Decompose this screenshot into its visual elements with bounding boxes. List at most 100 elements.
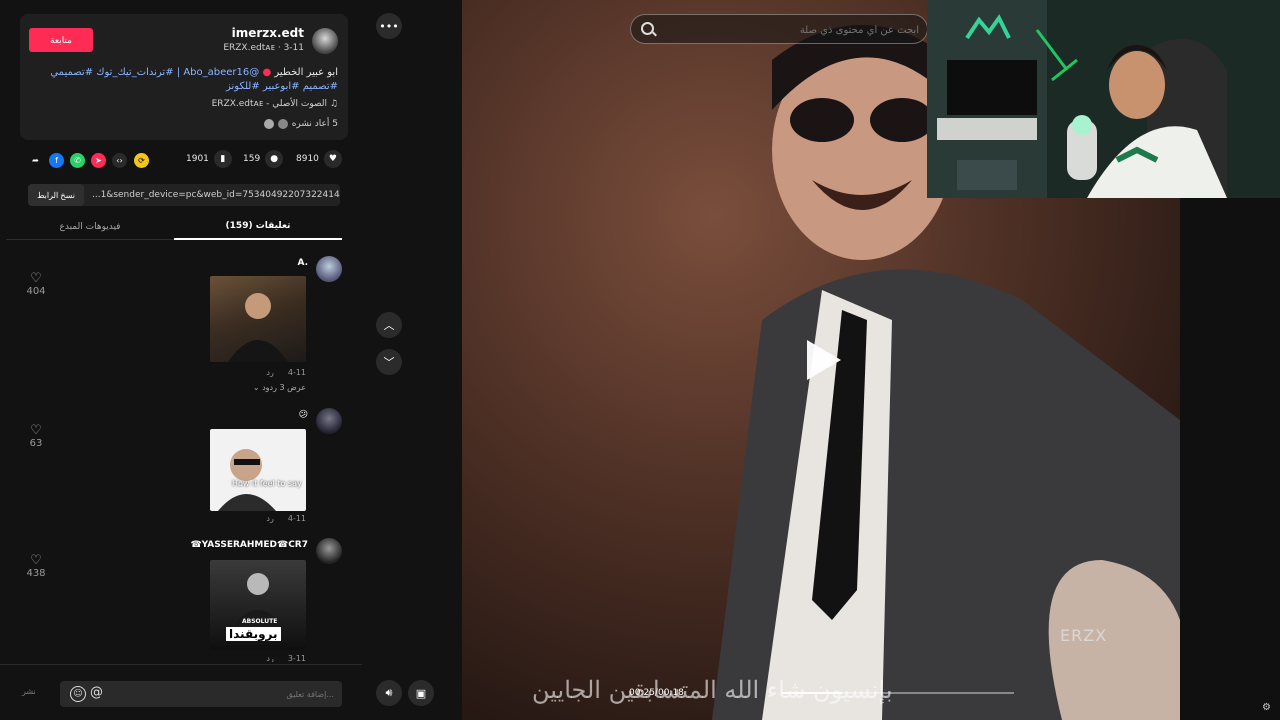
chevron-up-icon[interactable]: ︿ — [376, 312, 402, 338]
search-input[interactable] — [665, 19, 923, 41]
comment-bubble-icon[interactable]: ● — [265, 150, 284, 168]
tab-creator-videos[interactable]: فيديوهات المبدع — [6, 214, 174, 240]
creator-subtitle: ERZX.edtᴀᴇ · 3-11 — [223, 43, 304, 53]
webcam-overlay — [927, 0, 1280, 198]
emoji-icon[interactable]: ☺ — [70, 686, 86, 702]
save-action[interactable]: 1901 ▮ — [186, 150, 232, 168]
comment-sticker-image: How it feel to say — [210, 429, 306, 511]
comment-meta: 4-11 رد — [266, 368, 306, 377]
comment-item: A. ♡ 404 4-11 رد عرض 3 ردود ⌄ — [0, 256, 362, 396]
sticker-caption-top: ABSOLUTE — [242, 618, 278, 625]
view-replies-link[interactable]: عرض 3 ردود ⌄ — [253, 383, 306, 392]
repost-avatar — [277, 119, 288, 129]
video-watermark: ERZX — [1060, 626, 1108, 645]
person-figure — [228, 293, 288, 362]
reply-link[interactable]: رد — [266, 654, 273, 662]
avatar[interactable] — [316, 256, 342, 282]
settings-gear-icon[interactable]: ⚙ — [1262, 702, 1271, 713]
comment-meta: 4-11 رد — [266, 514, 306, 523]
music-row[interactable]: ♫ الصوت الأصلي - ERZX.edtᴀᴇ — [212, 99, 338, 109]
view-replies-label: عرض 3 ردود — [262, 383, 306, 392]
music-label: الصوت الأصلي - ERZX.edtᴀᴇ — [211, 99, 328, 109]
comment-like-count: 63 — [29, 438, 43, 449]
right-margin — [1180, 198, 1280, 720]
comment-author[interactable]: A. — [297, 258, 308, 268]
bookmark-icon[interactable]: ▮ — [213, 150, 232, 168]
comment-item: 😕 ♡ 63 How it feel to say 4-11 رد — [0, 408, 362, 528]
video-nav-column: ••• ︿ ﹀ 🔊︎ ▣ — [362, 0, 462, 720]
mention-icon[interactable]: @ — [90, 685, 103, 700]
heart-outline-icon: ♡ — [30, 423, 42, 438]
comment-author[interactable]: ☎YASSERAHMED☎CR7 — [190, 540, 308, 550]
more-options-icon[interactable]: ••• — [376, 13, 402, 39]
creator-avatar[interactable] — [312, 28, 338, 54]
miniplayer-icon[interactable]: ▣ — [408, 680, 434, 706]
search-icon[interactable] — [641, 22, 654, 35]
description-text: ابو عبير الخطير — [271, 67, 338, 78]
progress-fill — [782, 692, 843, 694]
reposts-row[interactable]: 5 أعاد نشره — [263, 119, 338, 129]
comment-like-count: 404 — [26, 286, 46, 297]
reply-link[interactable]: رد — [266, 514, 273, 523]
comment-like-count: 438 — [26, 568, 46, 579]
comment-like[interactable]: ♡ 438 — [24, 553, 48, 580]
heart-outline-icon: ♡ — [30, 553, 42, 568]
tab-comments[interactable]: تعليقات (159) — [174, 214, 342, 240]
telegram-icon[interactable]: ➤ — [91, 153, 106, 168]
comment-date: 4-11 — [287, 514, 306, 523]
comment-composer: نشر ☺ @ — [0, 664, 362, 720]
chevron-down-icon: ⌄ — [252, 383, 260, 392]
sticker-caption: How it feel to say — [232, 479, 302, 488]
comment-date: 3-11 — [287, 654, 306, 662]
comment-date: 4-11 — [287, 368, 306, 377]
progress-bar[interactable] — [782, 692, 1014, 694]
reply-link[interactable]: رد — [266, 368, 273, 377]
link-row: نسخ الرابط ...1&sender_device=pc&web_id=… — [28, 184, 340, 206]
person-figure — [218, 449, 276, 511]
search-bar[interactable] — [630, 14, 928, 44]
volume-icon[interactable]: 🔊︎ — [376, 680, 402, 706]
play-icon[interactable] — [807, 340, 841, 380]
post-comment-button[interactable]: نشر — [22, 687, 36, 696]
forward-icon[interactable]: ➦ — [28, 153, 43, 168]
sticker-caption-main: بروبقندا — [226, 627, 281, 641]
facebook-icon[interactable]: f — [49, 153, 64, 168]
comment-like[interactable]: ♡ 404 — [24, 271, 48, 298]
comment-count: 159 — [243, 154, 261, 164]
follow-button[interactable]: متابعة — [29, 28, 93, 52]
comment-action[interactable]: 159 ● — [243, 150, 284, 168]
playback-time: 00:25/00:18 — [629, 688, 684, 698]
copy-link-button[interactable]: نسخ الرابط — [28, 184, 84, 206]
like-action[interactable]: 8910 ♥ — [296, 150, 342, 168]
avatar[interactable] — [316, 538, 342, 564]
comment-meta: 3-11 رد — [266, 654, 306, 662]
repost-avatar — [263, 119, 274, 129]
repost-icon[interactable]: ⟳ — [134, 153, 149, 168]
panel-tabs: تعليقات (159) فيديوهات المبدع — [6, 214, 342, 240]
whatsapp-icon[interactable]: ✆ — [70, 153, 85, 168]
action-row: 8910 ♥ 159 ● 1901 ▮ ⟳ ‹› ➤ ✆ f ➦ — [0, 150, 362, 174]
comment-sticker-image — [210, 276, 306, 362]
heart-icon[interactable]: ♥ — [323, 150, 342, 168]
post-description: ابو عبير الخطير ● @Abo_abeer16 | #ترندات… — [38, 66, 338, 94]
webcam-frame — [927, 0, 1280, 198]
chevron-down-icon[interactable]: ﹀ — [376, 349, 402, 375]
post-card: imerzx.edt ERZX.edtᴀᴇ · 3-11 متابعة ابو … — [20, 14, 348, 140]
heart-outline-icon: ♡ — [30, 271, 42, 286]
comment-sticker-image: ABSOLUTE بروبقندا — [210, 560, 306, 650]
comment-item: ☎YASSERAHMED☎CR7 ♡ 438 ABSOLUTE بروبقندا… — [0, 538, 362, 662]
video-caption: بإنسيون شاء الله المتسابقين الجايين — [532, 676, 893, 704]
creator-username[interactable]: imerzx.edt — [232, 26, 304, 40]
avatar[interactable] — [316, 408, 342, 434]
heart-emoji-icon: ● — [262, 67, 272, 78]
comment-like[interactable]: ♡ 63 — [24, 423, 48, 450]
like-count: 8910 — [296, 154, 319, 164]
embed-icon[interactable]: ‹› — [112, 153, 127, 168]
music-note-icon: ♫ — [329, 99, 338, 109]
video-url[interactable]: ...1&sender_device=pc&web_id=75340492207… — [84, 190, 340, 200]
app-root: imerzx.edt ERZX.edtᴀᴇ · 3-11 متابعة ابو … — [0, 0, 1280, 720]
save-count: 1901 — [186, 154, 209, 164]
comment-list: A. ♡ 404 4-11 رد عرض 3 ردود ⌄ 😕 ♡ 63 How… — [0, 250, 362, 662]
comments-panel: imerzx.edt ERZX.edtᴀᴇ · 3-11 متابعة ابو … — [0, 0, 362, 720]
comment-author[interactable]: 😕 — [299, 410, 308, 420]
